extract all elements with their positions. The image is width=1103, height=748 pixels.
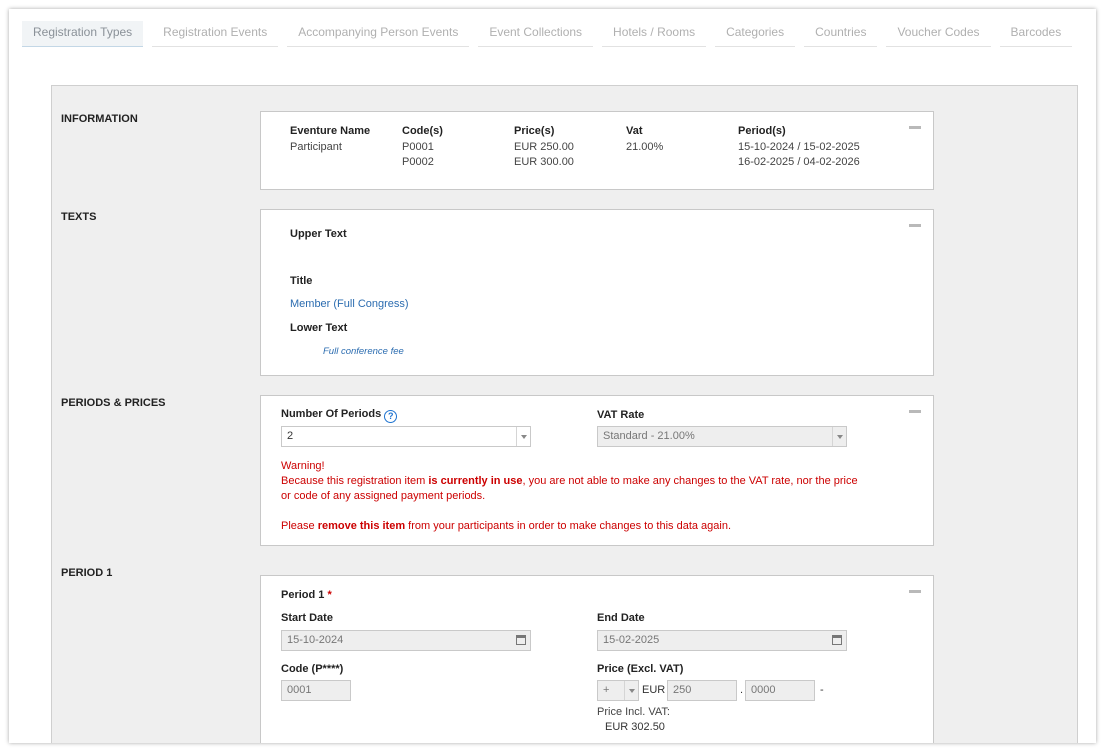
price-incl-vat-value: EUR 302.50	[605, 721, 665, 733]
required-mark: *	[327, 589, 332, 601]
period-1-section-label: PERIOD 1	[61, 567, 113, 579]
lower-text-value: Full conference fee	[323, 346, 404, 357]
header-eventure-name: Eventure Name	[290, 125, 371, 137]
app-window: Registration Types Registration Events A…	[9, 9, 1096, 743]
number-of-periods-value: 2	[287, 430, 294, 442]
header-vat: Vat	[626, 125, 643, 137]
price-decimals-input[interactable]: 0000	[745, 680, 815, 701]
price-dash: -	[820, 684, 824, 696]
price-whole-value: 250	[673, 684, 692, 696]
decimal-separator: .	[740, 684, 744, 696]
information-box: Eventure Name Code(s) Price(s) Vat Perio…	[260, 111, 934, 190]
tab-barcodes[interactable]: Barcodes	[999, 21, 1073, 47]
help-icon[interactable]: ?	[384, 410, 398, 423]
tab-categories[interactable]: Categories	[715, 21, 796, 47]
price-value: EUR 250.00	[514, 141, 574, 153]
code-input-value: 0001	[287, 684, 312, 696]
start-date-input[interactable]: 15-10-2024	[281, 630, 531, 651]
tab-voucher-codes[interactable]: Voucher Codes	[886, 21, 991, 47]
header-codes: Code(s)	[402, 125, 443, 137]
periods-prices-section-label: PERIODS & PRICES	[61, 397, 166, 409]
period-value: 15-10-2024 / 15-02-2025	[738, 141, 860, 153]
tab-hotels-rooms[interactable]: Hotels / Rooms	[602, 21, 707, 47]
title-label: Title	[290, 275, 313, 287]
vat-rate-label: VAT Rate	[597, 409, 645, 421]
texts-box: Upper Text Title Member (Full Congress) …	[260, 209, 934, 376]
texts-section-label: TEXTS	[61, 211, 97, 223]
currency-label: EUR	[642, 684, 666, 696]
periods-prices-box: Number Of Periods? 2 VAT Rate Standard -…	[260, 395, 934, 546]
tab-countries[interactable]: Countries	[804, 21, 878, 47]
tab-event-collections[interactable]: Event Collections	[478, 21, 594, 47]
chevron-down-icon	[832, 427, 846, 446]
information-section-label: INFORMATION	[61, 113, 138, 125]
code-value: P0002	[402, 156, 434, 168]
start-date-value: 15-10-2024	[287, 634, 344, 646]
vat-rate-select[interactable]: Standard - 21.00%	[597, 426, 847, 447]
collapse-texts-button[interactable]	[909, 224, 921, 227]
warning-message: Warning! Because this registration item …	[281, 459, 911, 534]
edit-panel: INFORMATION Eventure Name Code(s) Price(…	[51, 85, 1078, 743]
number-of-periods-label-text: Number Of Periods	[281, 408, 382, 420]
tab-accompanying-person-events[interactable]: Accompanying Person Events	[287, 21, 470, 47]
upper-text-label: Upper Text	[290, 228, 347, 240]
vat-rate-value: Standard - 21.00%	[603, 430, 695, 442]
collapse-period-1-button[interactable]	[909, 590, 921, 593]
price-incl-vat-label: Price Incl. VAT:	[597, 706, 670, 718]
start-date-label: Start Date	[281, 612, 333, 624]
price-excl-vat-label: Price (Excl. VAT)	[597, 663, 684, 675]
eventure-name-value: Participant	[290, 141, 342, 153]
tab-registration-events[interactable]: Registration Events	[152, 21, 279, 47]
header-periods: Period(s)	[738, 125, 786, 137]
warning-title: Warning!	[281, 460, 325, 472]
calendar-icon[interactable]	[516, 635, 526, 645]
code-input[interactable]: 0001	[281, 680, 351, 701]
sign-value: +	[603, 684, 610, 696]
chevron-down-icon	[624, 681, 638, 700]
end-date-input[interactable]: 15-02-2025	[597, 630, 847, 651]
period-1-box: Period 1 * Start Date 15-10-2024 End Dat…	[260, 575, 934, 743]
lower-text-label: Lower Text	[290, 322, 348, 334]
collapse-periods-prices-button[interactable]	[909, 410, 921, 413]
price-decimals-value: 0000	[751, 684, 776, 696]
end-date-label: End Date	[597, 612, 645, 624]
warning-line-2: or code of any assigned payment periods.	[281, 490, 486, 502]
sign-select[interactable]: +	[597, 680, 639, 701]
collapse-information-button[interactable]	[909, 126, 921, 129]
code-label: Code (P****)	[281, 663, 344, 675]
chevron-down-icon	[516, 427, 530, 446]
number-of-periods-select[interactable]: 2	[281, 426, 531, 447]
warning-line-1: Because this registration item is curren…	[281, 475, 858, 487]
vat-value: 21.00%	[626, 141, 664, 153]
tab-registration-types[interactable]: Registration Types	[22, 21, 144, 47]
period-1-title: Period 1 *	[281, 589, 332, 601]
end-date-value: 15-02-2025	[603, 634, 660, 646]
tab-bar: Registration Types Registration Events A…	[22, 21, 1081, 47]
calendar-icon[interactable]	[832, 635, 842, 645]
period-value: 16-02-2025 / 04-02-2026	[738, 156, 860, 168]
number-of-periods-label: Number Of Periods?	[281, 408, 398, 423]
price-value: EUR 300.00	[514, 156, 574, 168]
code-value: P0001	[402, 141, 434, 153]
header-prices: Price(s)	[514, 125, 555, 137]
price-whole-input[interactable]: 250	[667, 680, 737, 701]
title-value: Member (Full Congress)	[290, 298, 409, 310]
warning-line-3: Please remove this item from your partic…	[281, 520, 732, 532]
